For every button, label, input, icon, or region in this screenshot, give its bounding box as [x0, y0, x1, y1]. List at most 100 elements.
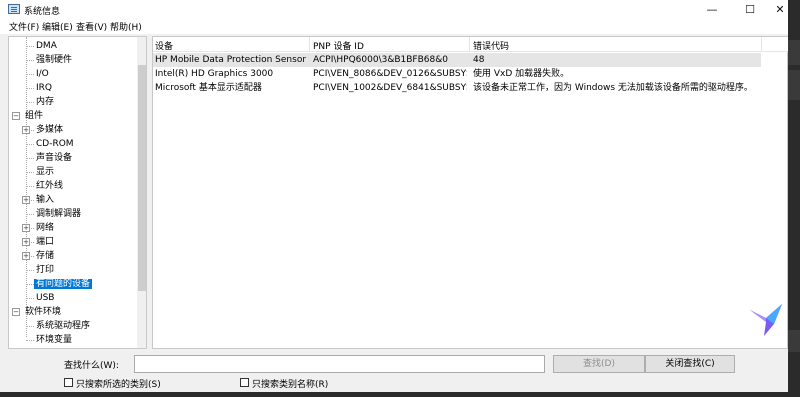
tree-item[interactable]: 软件环境	[23, 305, 63, 319]
tree-item-label: 打印	[36, 265, 55, 275]
tree-item[interactable]: 声音设备	[34, 151, 74, 165]
tree-connector	[26, 46, 34, 47]
tree-item-label: 有问题的设备	[34, 279, 93, 289]
tree-item-label: 系统驱动程序	[36, 321, 91, 331]
tree-item[interactable]: 有问题的设备	[34, 277, 93, 291]
tree-item-label: 红外线	[36, 181, 64, 191]
tree-item-label: DMA	[36, 41, 57, 51]
tree-item[interactable]: DMA	[34, 39, 59, 53]
cell-pnp-id: PCI\VEN_8086&DEV_0126&SUBSYS...	[313, 69, 467, 79]
desktop-bottom	[0, 392, 800, 397]
tree-connector	[26, 284, 34, 285]
tree-item-label: 内存	[36, 97, 55, 107]
menu-view[interactable]: 查看(V)	[76, 20, 107, 33]
tree-item-label: 调制解调器	[36, 209, 82, 219]
expand-icon[interactable]: +	[22, 252, 30, 260]
tree-item[interactable]: 网络	[34, 221, 56, 235]
tree-item[interactable]: 输入	[34, 193, 56, 207]
category-tree[interactable]: DMA 强制硬件 I/O IRQ 内存 组件 − 多媒体 + CD-ROM 声音设备 显示 红外线 输入 +…	[8, 36, 147, 349]
cell-error-code: 该设备未正常工作，因为 Windows 无法加载该设备所需的驱动程序。	[473, 83, 753, 93]
tree-item-label: USB	[36, 293, 55, 303]
desktop-edge	[788, 0, 800, 397]
tree-item[interactable]: 端口	[34, 235, 56, 249]
find-button[interactable]: 查找(D)	[553, 355, 645, 373]
tree-connector	[26, 37, 27, 337]
tree-connector	[26, 186, 34, 187]
search-category-names-option[interactable]: 只搜索类别名称(R)	[240, 377, 380, 390]
cell-error-code: 使用 VxD 加载器失败。	[473, 69, 570, 79]
tree-connector	[26, 298, 34, 299]
tree-connector	[26, 340, 34, 341]
tree-connector	[26, 102, 34, 103]
cell-device: Microsoft 基本显示适配器	[155, 83, 262, 93]
tree-item-label: 显示	[36, 167, 55, 177]
tree-item[interactable]: CD-ROM	[34, 137, 76, 151]
menu-help[interactable]: 帮助(H)	[110, 20, 142, 33]
checkbox[interactable]	[240, 378, 249, 387]
content-area: DMA 强制硬件 I/O IRQ 内存 组件 − 多媒体 + CD-ROM 声音设备 显示 红外线 输入 +…	[8, 34, 789, 352]
tree-connector	[26, 144, 34, 145]
tree-item[interactable]: 打印作业	[34, 347, 74, 348]
tree-item[interactable]: 组件	[23, 109, 45, 123]
tree-item[interactable]: IRQ	[34, 81, 54, 95]
checkbox-label: 只搜索所选的类别(S)	[76, 380, 161, 390]
system-info-window: 系统信息 — ☐ ✕ 文件(F) 编辑(E) 查看(V) 帮助(H) DMA 强制…	[0, 0, 789, 397]
tree-item-label: 软件环境	[25, 307, 62, 317]
search-selected-category-option[interactable]: 只搜索所选的类别(S)	[64, 377, 224, 390]
checkbox[interactable]	[64, 378, 73, 387]
column-separator[interactable]	[309, 37, 310, 51]
cell-device: Intel(R) HD Graphics 3000	[155, 69, 274, 79]
find-bar: 查找什么(W): 查找(D) 关闭查找(C) 只搜索所选的类别(S) 只搜索类别…	[8, 352, 788, 397]
collapse-icon[interactable]: −	[12, 112, 20, 120]
menu-bar: 文件(F) 编辑(E) 查看(V) 帮助(H)	[0, 19, 788, 34]
table-row[interactable]: Microsoft 基本显示适配器 PCI\VEN_1002&DEV_6841&…	[153, 81, 761, 95]
table-row[interactable]: HP Mobile Data Protection Sensor ACPI\HP…	[153, 53, 761, 67]
system-info-icon	[8, 4, 20, 14]
menu-file[interactable]: 文件(F)	[9, 20, 39, 33]
tree-item[interactable]: 系统驱动程序	[34, 319, 92, 333]
tree-scroll-thumb[interactable]	[138, 65, 146, 291]
column-separator[interactable]	[761, 37, 762, 51]
device-list: 设备 PNP 设备 ID 错误代码 HP Mobile Data Protect…	[152, 36, 789, 349]
find-input[interactable]	[134, 355, 545, 373]
tree-item[interactable]: 调制解调器	[34, 207, 83, 221]
tree-connector	[26, 74, 34, 75]
column-header-device[interactable]: 设备	[155, 39, 173, 52]
tree-item[interactable]: 多媒体	[34, 123, 65, 137]
column-header-error-code[interactable]: 错误代码	[473, 39, 509, 52]
maximize-button[interactable]: ☐	[732, 0, 768, 19]
expand-icon[interactable]: +	[22, 126, 30, 134]
cell-error-code: 48	[473, 55, 485, 65]
tree-item[interactable]: 打印	[34, 263, 56, 277]
tree-item-label: CD-ROM	[36, 139, 74, 149]
collapse-icon[interactable]: −	[12, 308, 20, 316]
tree-item-label: IRQ	[36, 83, 52, 93]
tree-item[interactable]: USB	[34, 291, 56, 305]
menu-edit[interactable]: 编辑(E)	[42, 20, 73, 33]
tree-item[interactable]: 强制硬件	[34, 53, 74, 67]
tree-connector	[26, 88, 34, 89]
expand-icon[interactable]: +	[22, 196, 30, 204]
minimize-button[interactable]: —	[694, 0, 730, 19]
list-header: 设备 PNP 设备 ID 错误代码	[153, 37, 789, 52]
table-row[interactable]: Intel(R) HD Graphics 3000 PCI\VEN_8086&D…	[153, 67, 761, 81]
tree-item[interactable]: 环境变量	[34, 333, 74, 347]
tree-item[interactable]: 红外线	[34, 179, 65, 193]
tree-item[interactable]: I/O	[34, 67, 51, 81]
expand-icon[interactable]: +	[22, 238, 30, 246]
bird-logo-icon	[750, 304, 782, 336]
expand-icon[interactable]: +	[22, 224, 30, 232]
cell-pnp-id: PCI\VEN_1002&DEV_6841&SUBSYS...	[313, 83, 467, 93]
column-header-pnp-id[interactable]: PNP 设备 ID	[313, 39, 364, 52]
tree-connector	[26, 326, 34, 327]
tree-item-label: I/O	[36, 69, 49, 79]
tree-item[interactable]: 显示	[34, 165, 56, 179]
close-find-button[interactable]: 关闭查找(C)	[645, 355, 735, 373]
tree-item[interactable]: 内存	[34, 95, 56, 109]
tree-scrollbar[interactable]	[137, 37, 146, 348]
cell-pnp-id: ACPI\HPQ6000\3&B1BFB68&0	[313, 55, 448, 65]
tree-connector	[26, 214, 34, 215]
column-separator[interactable]	[469, 37, 470, 51]
cell-device: HP Mobile Data Protection Sensor	[155, 55, 307, 65]
tree-item[interactable]: 存储	[34, 249, 56, 263]
